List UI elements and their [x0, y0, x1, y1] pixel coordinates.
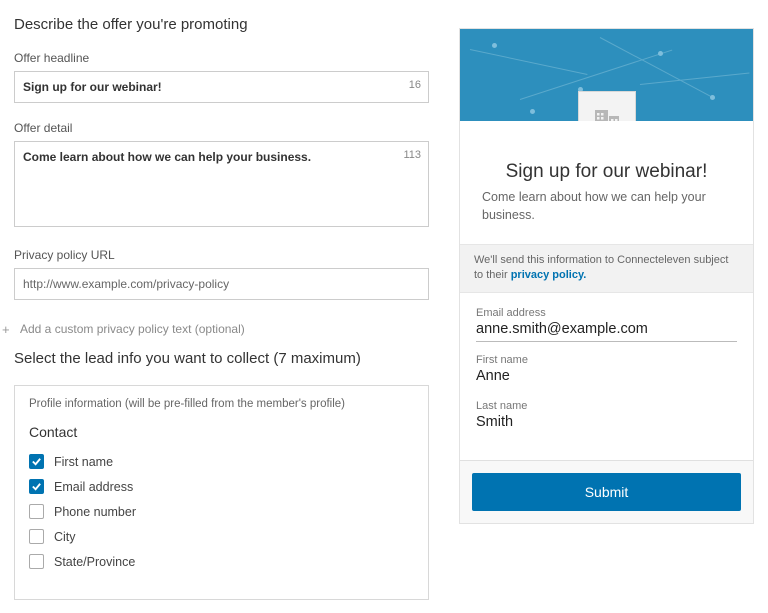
checkbox[interactable] — [29, 554, 44, 569]
select-lead-title: Select the lead info you want to collect… — [14, 350, 429, 367]
checkbox-label: First name — [54, 455, 113, 469]
offer-detail-input[interactable] — [14, 141, 429, 227]
preview-headline: Sign up for our webinar! — [480, 161, 733, 183]
privacy-url-input[interactable] — [14, 268, 429, 300]
field-row: State/Province — [29, 554, 414, 569]
checkbox-label: Phone number — [54, 505, 136, 519]
first-name-label: First name — [476, 354, 737, 366]
first-name-field[interactable]: Anne — [476, 368, 737, 388]
preview-detail: Come learn about how we can help your bu… — [480, 189, 733, 224]
checkbox[interactable] — [29, 454, 44, 469]
preview-hero — [460, 29, 753, 121]
last-name-label: Last name — [476, 400, 737, 412]
add-custom-privacy-link[interactable]: Add a custom privacy policy text (option… — [14, 322, 245, 336]
privacy-policy-link[interactable]: privacy policy. — [511, 269, 587, 281]
checkbox[interactable] — [29, 479, 44, 494]
company-logo-icon — [578, 91, 636, 121]
submit-button[interactable]: Submit — [472, 473, 741, 511]
headline-char-count: 16 — [409, 79, 421, 91]
preview-privacy-text: We'll send this information to Connectel… — [460, 244, 753, 293]
plus-icon[interactable]: + — [2, 323, 10, 336]
checkbox[interactable] — [29, 529, 44, 544]
preview-card: Sign up for our webinar! Come learn abou… — [459, 28, 754, 524]
checkbox-label: Email address — [54, 480, 133, 494]
field-row: City — [29, 529, 414, 544]
offer-detail-label: Offer detail — [14, 121, 429, 135]
checkbox[interactable] — [29, 504, 44, 519]
profile-hint: Profile information (will be pre-filled … — [29, 398, 414, 410]
detail-char-count: 113 — [403, 149, 421, 161]
privacy-url-label: Privacy policy URL — [14, 248, 429, 262]
field-row: Phone number — [29, 504, 414, 519]
field-row: Email address — [29, 479, 414, 494]
contact-title: Contact — [29, 424, 414, 440]
checkbox-label: State/Province — [54, 555, 135, 569]
field-row: First name — [29, 454, 414, 469]
checkbox-label: City — [54, 530, 76, 544]
email-label: Email address — [476, 307, 737, 319]
profile-info-box: Profile information (will be pre-filled … — [14, 385, 429, 600]
last-name-field[interactable]: Smith — [476, 414, 737, 434]
email-field[interactable]: anne.smith@example.com — [476, 321, 737, 342]
offer-headline-input[interactable] — [14, 71, 429, 103]
offer-headline-label: Offer headline — [14, 51, 429, 65]
describe-title: Describe the offer you're promoting — [14, 16, 429, 33]
